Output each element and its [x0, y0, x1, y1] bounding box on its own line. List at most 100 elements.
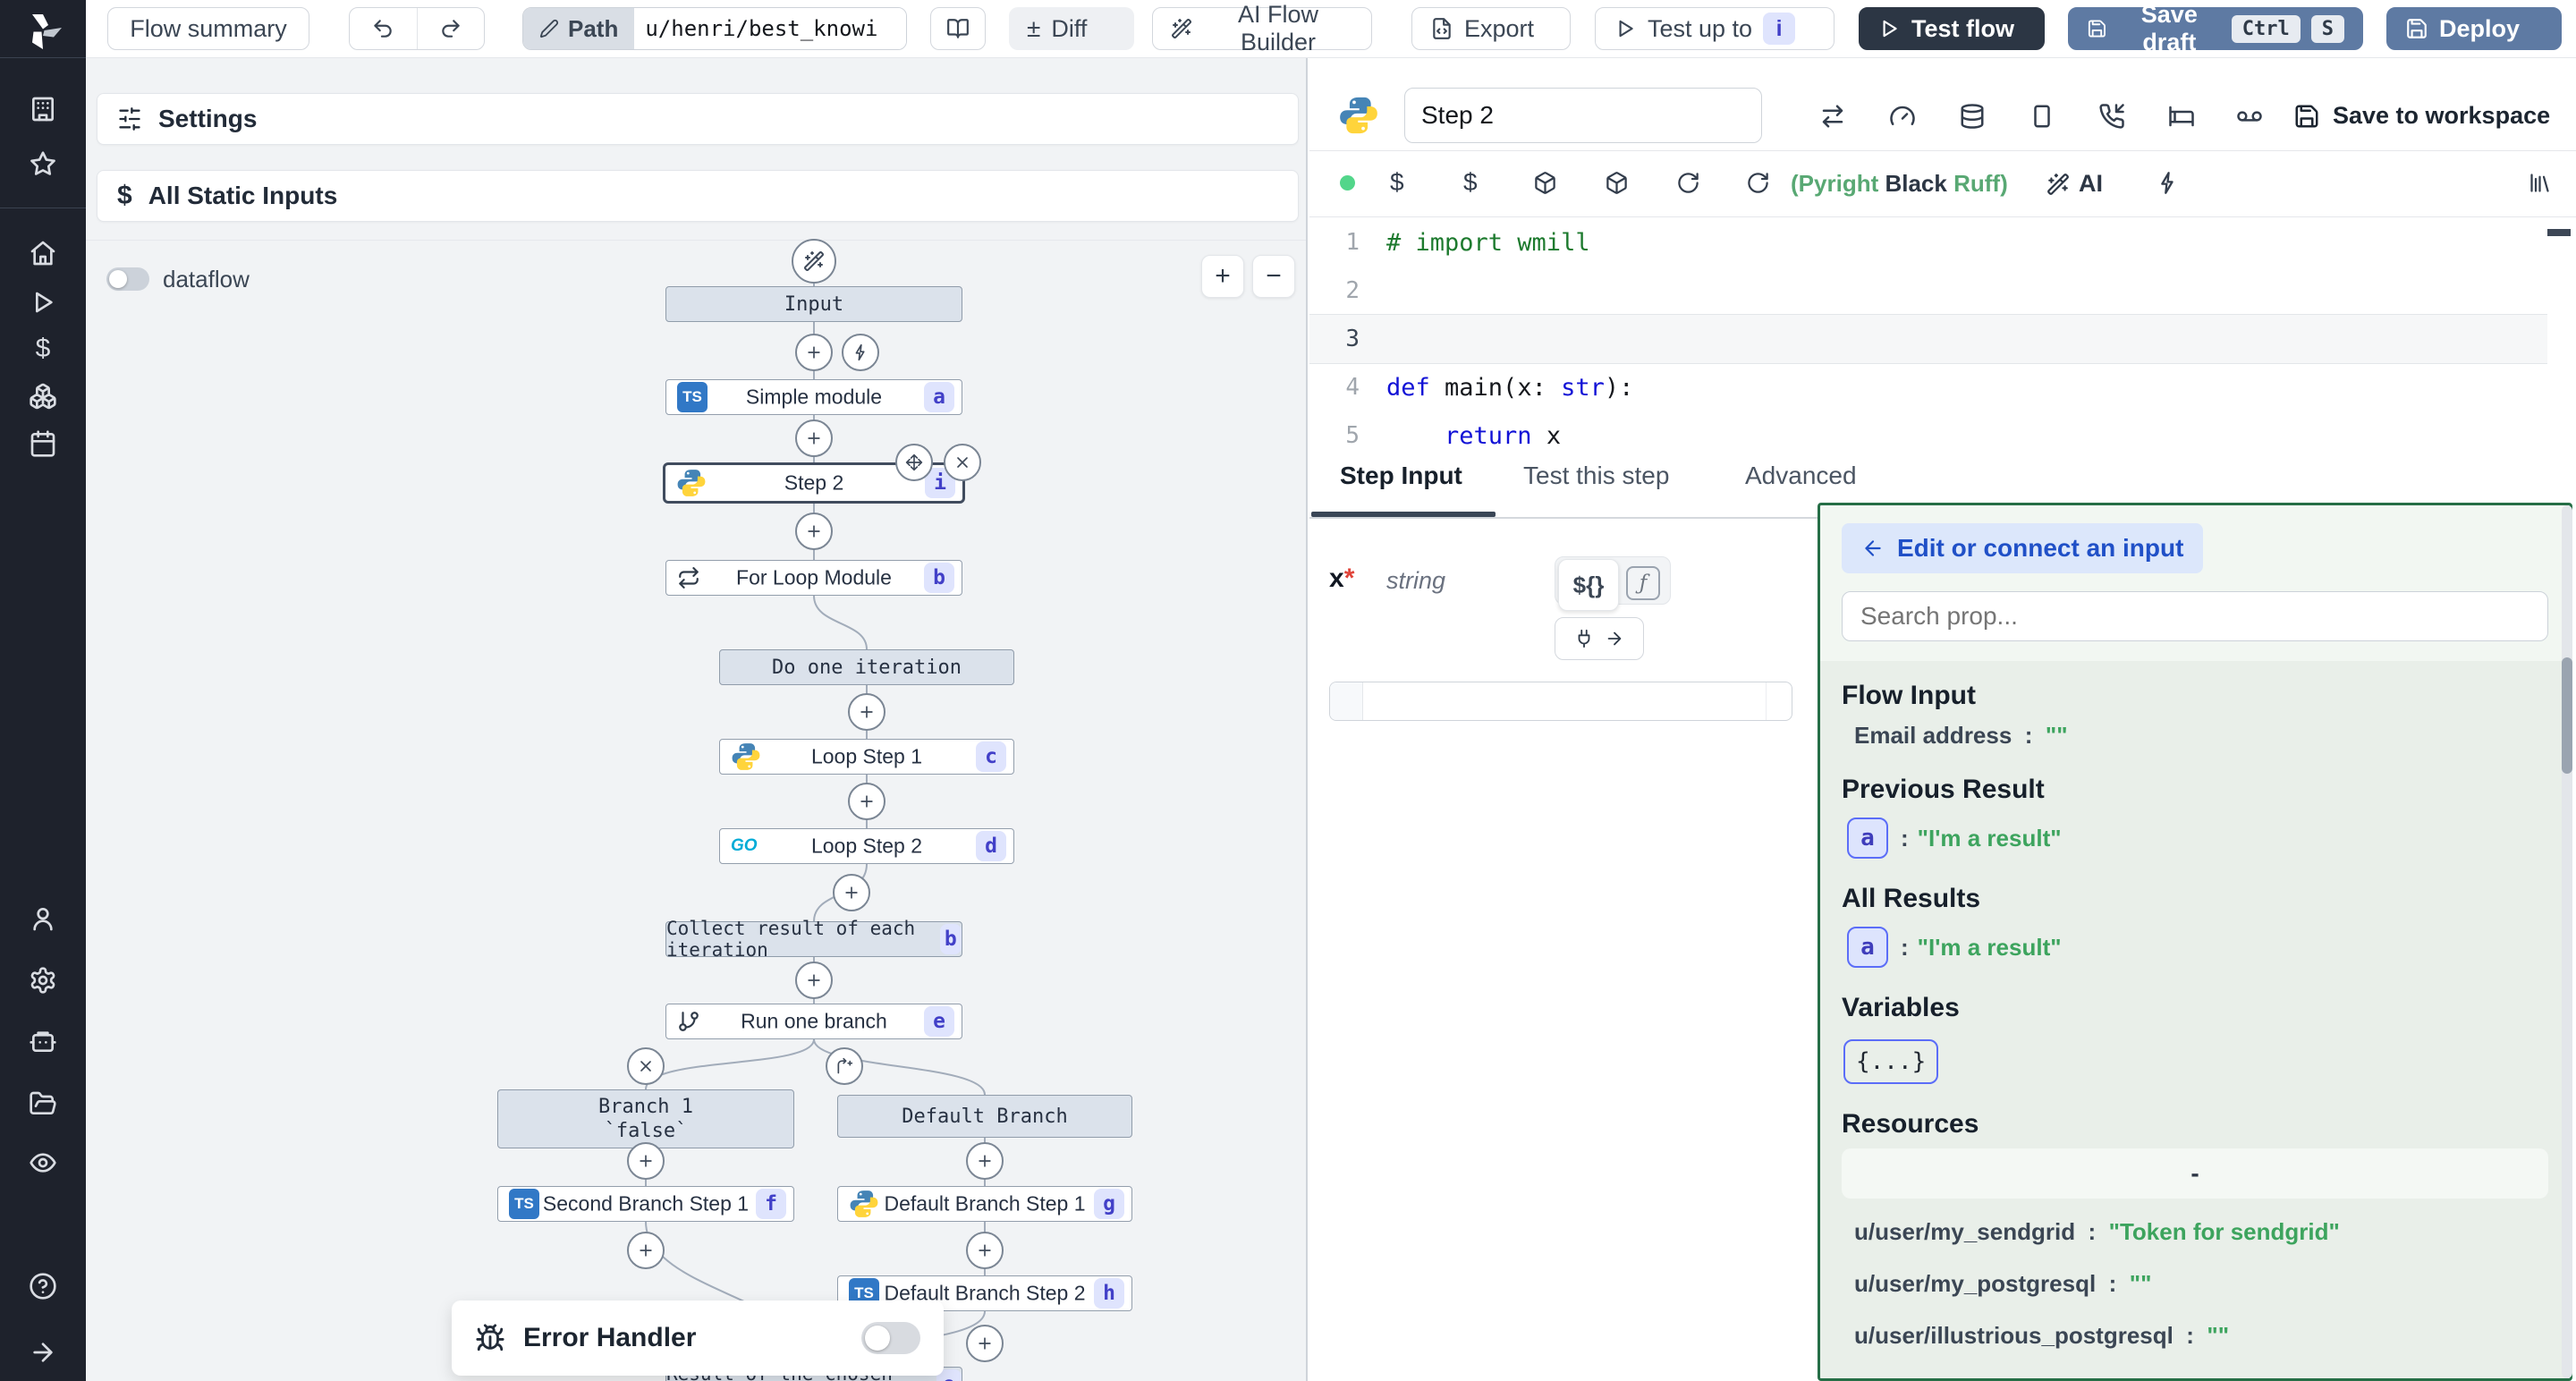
add-step-button[interactable]	[795, 419, 833, 457]
all-results-row[interactable]: a : "I'm a result"	[1847, 927, 2548, 968]
result-id-badge[interactable]: a	[1847, 818, 1888, 859]
add-branch-button[interactable]	[826, 1047, 863, 1085]
ai-flow-builder-button[interactable]: AI Flow Builder	[1152, 7, 1372, 50]
sleep-icon[interactable]	[2168, 103, 2195, 130]
node-input[interactable]: Input	[665, 286, 962, 322]
add-step-button[interactable]	[795, 334, 833, 371]
add-step-button[interactable]	[627, 1142, 665, 1180]
voicemail-icon[interactable]	[2236, 103, 2263, 130]
result-id-badge[interactable]: a	[1847, 927, 1888, 968]
test-up-to-button[interactable]: Test up toi	[1595, 7, 1835, 50]
reload-icon[interactable]	[1746, 171, 1770, 195]
panel-scrollbar-thumb[interactable]	[2562, 657, 2572, 774]
sidebar-expand-icon[interactable]	[29, 1338, 57, 1367]
add-step-button[interactable]	[627, 1232, 665, 1269]
add-step-button[interactable]	[795, 513, 833, 550]
remove-branch-button[interactable]	[627, 1047, 665, 1085]
node-second-branch-step-1[interactable]: TS Second Branch Step 1 f	[497, 1186, 794, 1222]
node-loop-step-2[interactable]: GO Loop Step 2 d	[719, 828, 1014, 864]
resource-row[interactable]: u/user/my_postgresql""	[1854, 1265, 2548, 1302]
gauge-icon[interactable]	[1889, 103, 1916, 130]
test-flow-button[interactable]: Test flow	[1859, 7, 2045, 50]
node-branch-1[interactable]: Branch 1 `false`	[497, 1089, 794, 1148]
search-prop-input[interactable]	[1842, 591, 2548, 641]
node-default-branch[interactable]: Default Branch	[837, 1095, 1132, 1138]
error-handler-toggle[interactable]	[861, 1322, 920, 1354]
sidebar-item-help[interactable]	[29, 1272, 57, 1301]
sidebar-item-workers[interactable]	[29, 1027, 57, 1055]
sidebar-item-workspace[interactable]	[29, 95, 57, 123]
previous-result-row[interactable]: a : "I'm a result"	[1847, 818, 2548, 859]
flow-summary-button[interactable]: Flow summary	[107, 7, 309, 50]
database-icon[interactable]	[1959, 103, 1986, 130]
deploy-button[interactable]: Deploy	[2386, 7, 2562, 50]
tab-step-input[interactable]: Step Input	[1340, 462, 1462, 490]
expr-mode-button[interactable]: ${}	[1558, 559, 1619, 611]
add-step-button[interactable]	[848, 693, 886, 731]
resource-row[interactable]: u/user/my_sendgrid"Token for sendgrid"	[1854, 1213, 2548, 1250]
ai-assist-button[interactable]: AI	[2046, 170, 2103, 198]
arg-value-input[interactable]	[1329, 682, 1792, 721]
trigger-bolt-button[interactable]	[842, 334, 879, 371]
error-handler-label: Error Handler	[523, 1323, 843, 1353]
panel-scrollbar[interactable]	[2562, 505, 2572, 1378]
docs-book-button[interactable]	[930, 7, 986, 50]
path-label[interactable]: Path	[523, 8, 634, 49]
save-draft-button[interactable]: Save draftCtrlS	[2068, 7, 2363, 50]
move-step-handle[interactable]	[895, 444, 933, 481]
code-assistants-status[interactable]: (Pyright Black Ruff)	[1791, 170, 2008, 198]
edit-or-connect-back-button[interactable]: Edit or connect an input	[1842, 523, 2203, 573]
variable-picker-button[interactable]: $	[1390, 168, 1404, 197]
swap-language-icon[interactable]	[1819, 103, 1846, 130]
windmill-logo-icon[interactable]	[21, 9, 64, 52]
reload-icon[interactable]	[1676, 171, 1700, 195]
resource-picker-button[interactable]: $	[1463, 168, 1478, 197]
add-step-button[interactable]	[848, 783, 886, 820]
sidebar-item-settings[interactable]	[29, 966, 57, 995]
sidebar-item-audit-logs[interactable]	[29, 1148, 57, 1177]
resource-row[interactable]: u/user/illustrious_postgresql""	[1854, 1317, 2548, 1354]
sidebar-item-runs[interactable]	[29, 288, 57, 317]
phone-incoming-icon[interactable]	[2098, 103, 2125, 130]
export-button[interactable]: Export	[1411, 7, 1571, 50]
package-icon[interactable]	[1533, 171, 1557, 195]
step-name-input[interactable]	[1404, 88, 1762, 143]
node-do-one-iteration[interactable]: Do one iteration	[719, 649, 1014, 685]
fx-mode-button[interactable]: ƒ	[1626, 566, 1660, 600]
delete-step-button[interactable]	[944, 444, 981, 481]
sidebar-item-favorites[interactable]	[29, 149, 57, 178]
node-collect-result[interactable]: Collect result of each iteration b	[665, 921, 962, 957]
library-icon[interactable]	[2528, 171, 2552, 195]
package-icon[interactable]	[1605, 171, 1629, 195]
flow-input-row[interactable]: Email address""	[1854, 722, 2548, 750]
variables-object-badge[interactable]: {...}	[1843, 1039, 1938, 1084]
add-step-button[interactable]	[966, 1142, 1004, 1180]
mobile-icon[interactable]	[2029, 103, 2055, 130]
save-to-workspace-button[interactable]: Save to workspace	[2293, 102, 2550, 130]
node-run-one-branch[interactable]: Run one branch e	[665, 1004, 962, 1039]
add-step-button[interactable]	[966, 1325, 1004, 1362]
add-step-button[interactable]	[795, 962, 833, 999]
sidebar-item-schedules[interactable]	[29, 429, 57, 458]
tab-test-this-step[interactable]: Test this step	[1523, 462, 1669, 490]
connect-input-button[interactable]	[1555, 617, 1644, 660]
ai-wand-node-button[interactable]	[792, 239, 836, 284]
sidebar-item-variables[interactable]: $	[29, 335, 57, 363]
resource-row[interactable]: u/user/demo_postgres""	[1854, 1368, 2548, 1378]
sidebar-item-resources[interactable]	[29, 382, 57, 411]
node-for-loop-module[interactable]: For Loop Module b	[665, 560, 962, 596]
add-step-button[interactable]	[833, 874, 870, 911]
diff-button[interactable]: ±Diff	[1009, 7, 1134, 50]
redo-button[interactable]	[418, 8, 485, 49]
tab-advanced[interactable]: Advanced	[1745, 462, 1857, 490]
node-default-branch-step-1[interactable]: Default Branch Step 1 g	[837, 1186, 1132, 1222]
path-input[interactable]	[634, 8, 907, 49]
undo-button[interactable]	[350, 8, 418, 49]
sidebar-item-folders[interactable]	[29, 1089, 57, 1118]
sidebar-item-users[interactable]	[29, 904, 57, 933]
bolt-icon[interactable]	[2156, 171, 2180, 195]
add-step-button[interactable]	[966, 1232, 1004, 1269]
sidebar-item-home[interactable]	[29, 239, 57, 267]
node-loop-step-1[interactable]: Loop Step 1 c	[719, 739, 1014, 775]
node-simple-module[interactable]: TS Simple module a	[665, 379, 962, 415]
